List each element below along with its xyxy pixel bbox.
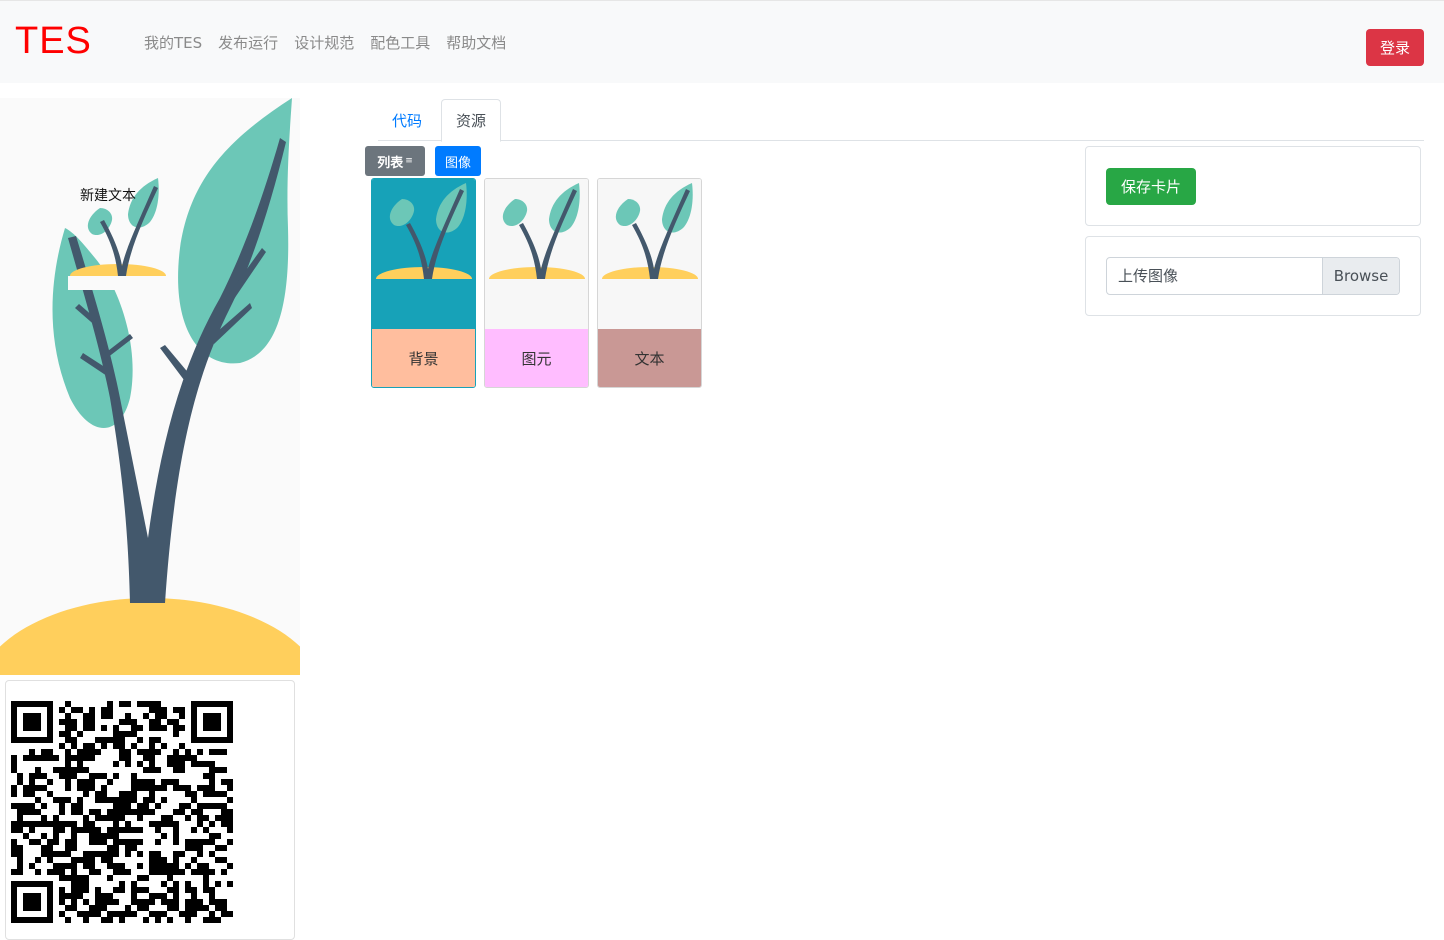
tab-code[interactable]: 代码	[378, 99, 436, 141]
editor-tabs: 代码 资源	[378, 99, 1424, 142]
nav-publish[interactable]: 发布运行	[218, 32, 278, 54]
save-card-button[interactable]: 保存卡片	[1106, 168, 1196, 205]
preview-text-element[interactable]: 新建文本	[80, 186, 136, 206]
nav-help-docs[interactable]: 帮助文档	[446, 32, 506, 54]
upload-image-input[interactable]: 上传图像 Browse	[1106, 257, 1400, 295]
plant-illustration	[0, 98, 300, 675]
upload-image-label: 上传图像	[1118, 267, 1179, 285]
nav-my-tes[interactable]: 我的TES	[144, 32, 202, 54]
upload-panel: 上传图像 Browse	[1085, 236, 1421, 316]
save-panel: 保存卡片	[1085, 146, 1421, 226]
browse-button[interactable]: Browse	[1322, 258, 1399, 294]
sprout-thumbnail-icon	[485, 179, 588, 329]
card-preview-canvas[interactable]: 新建文本	[0, 98, 300, 675]
list-view-button[interactable]: 列表 ≡	[365, 146, 425, 176]
resource-card-background[interactable]: 背景	[371, 178, 476, 388]
main-nav: 我的TES 发布运行 设计规范 配色工具 帮助文档	[144, 32, 506, 54]
resource-label: 图元	[485, 329, 588, 387]
login-button[interactable]: 登录	[1366, 29, 1424, 66]
resource-label: 背景	[372, 329, 475, 387]
sprout-thumbnail-icon	[598, 179, 701, 329]
tab-resources[interactable]: 资源	[441, 99, 502, 142]
resource-card-element[interactable]: 图元	[484, 178, 589, 388]
image-filter-button[interactable]: 图像	[435, 146, 481, 176]
qr-code-card	[5, 680, 295, 940]
brand-logo[interactable]: TES	[15, 19, 92, 63]
resource-card-text[interactable]: 文本	[597, 178, 702, 388]
list-view-label: 列表	[377, 155, 404, 171]
nav-design-spec[interactable]: 设计规范	[294, 32, 354, 54]
top-navbar: TES 我的TES 发布运行 设计规范 配色工具 帮助文档 登录	[0, 0, 1444, 83]
resource-label: 文本	[598, 329, 701, 387]
nav-color-tool[interactable]: 配色工具	[370, 32, 430, 54]
sprout-thumbnail-icon	[372, 179, 475, 329]
list-icon: ≡	[405, 156, 413, 166]
qr-code-icon	[11, 701, 233, 923]
